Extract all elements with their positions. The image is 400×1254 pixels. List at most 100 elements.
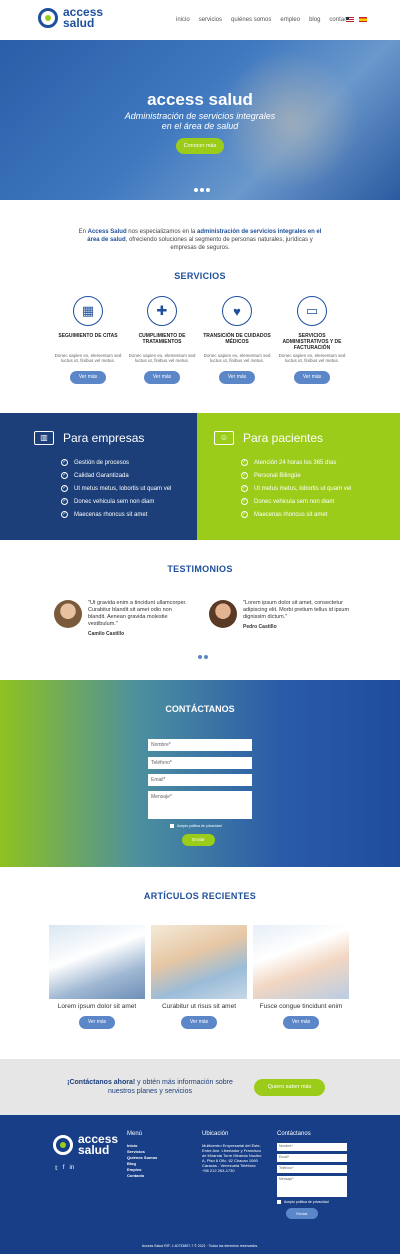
check-icon: ✓ — [241, 498, 248, 505]
phone-field[interactable]: Teléfono* — [148, 757, 252, 769]
list-item-label: Ut metus metus, lobortis ut quam vel — [74, 485, 172, 492]
intro-part: nos especializamos en la — [126, 229, 198, 235]
nav-servicios[interactable]: servicios — [199, 17, 222, 23]
building-icon: ▥ — [34, 431, 54, 445]
articles-title: ARTÍCULOS RECIENTES — [143, 891, 257, 901]
testimonial: "Ut gravida enim a tincidunt ullamcorper… — [54, 600, 188, 638]
copyright: Access Salud RIF: J-40733897-7 © 2021 · … — [141, 1244, 259, 1248]
social-links: 𝕥 f in — [55, 1165, 74, 1172]
carousel-dot[interactable] — [194, 188, 198, 192]
list-item-label: Gestión de procesos — [74, 459, 130, 466]
intro-part: En — [78, 229, 88, 235]
article-card: Lorem ipsum dolor sit amet Ver más — [49, 925, 145, 1029]
check-icon: ✓ — [241, 472, 248, 479]
footer-link[interactable]: Contacto — [127, 1173, 157, 1179]
email-field[interactable]: Email* — [148, 774, 252, 786]
empresas-header: ▥ Para empresas — [34, 431, 144, 445]
ver-mas-button[interactable]: Ver más — [144, 371, 180, 384]
footer-name-field[interactable]: Nombre* — [277, 1143, 347, 1151]
footer-privacy-label: Acepto política de privacidad — [284, 1200, 329, 1204]
article-card: Fusce congue tincidunt enim Ver más — [253, 925, 349, 1029]
pacientes-panel: ☺ Para pacientes ✓ Atención 24 horas los … — [197, 413, 400, 540]
message-field[interactable]: Mensaje* — [148, 791, 252, 819]
language-switcher — [346, 17, 367, 22]
article-image[interactable] — [253, 925, 349, 999]
footer-phone-field[interactable]: Teléfono* — [277, 1165, 347, 1173]
article-title[interactable]: Curabitur ut risus sit amet — [151, 1003, 247, 1010]
carousel-dot[interactable] — [206, 188, 210, 192]
privacy-checkbox[interactable] — [170, 824, 174, 828]
footer-send-button[interactable]: Enviar — [286, 1208, 318, 1219]
hero-title: access salud — [147, 90, 253, 109]
testimonial-name: Pedro Castillo — [243, 624, 277, 630]
facebook-icon[interactable]: f — [63, 1165, 65, 1172]
testimonial-body: "Ut gravida enim a tincidunt ullamcorper… — [88, 600, 188, 638]
linkedin-icon[interactable]: in — [69, 1165, 74, 1172]
carousel-dot[interactable] — [204, 655, 208, 659]
service-title: CUMPLIMIENTO DE TRATAMIENTOS — [138, 333, 186, 345]
service-desc: Donec sapien ex, elementum sed luctus ut… — [54, 353, 122, 363]
pacientes-header: ☺ Para pacientes — [214, 431, 323, 445]
nav-empleo[interactable]: empleo — [280, 17, 300, 23]
service-card: ✚ CUMPLIMIENTO DE TRATAMIENTOS Donec sap… — [127, 296, 197, 384]
ver-mas-button[interactable]: Ver más — [70, 371, 106, 384]
logo-line2: salud — [78, 1143, 110, 1157]
heart-hand-icon: ♥ — [222, 296, 252, 326]
check-icon: ✓ — [241, 485, 248, 492]
article-image[interactable] — [49, 925, 145, 999]
footer-message-field[interactable]: Mensaje* — [277, 1176, 347, 1197]
ver-mas-button[interactable]: Ver más — [181, 1016, 217, 1029]
send-button[interactable]: Enviar — [182, 834, 215, 846]
logo[interactable]: access salud — [38, 6, 103, 29]
nav-blog[interactable]: blog — [309, 17, 320, 23]
list-item: ✓ Donec vehicula sem non diam — [61, 495, 171, 508]
article-image[interactable] — [151, 925, 247, 999]
testimonials-title: TESTIMONIOS — [167, 564, 233, 574]
service-card: ▦ SEGUIMIENTO DE CITAS Donec sapien ex, … — [53, 296, 123, 384]
carousel-dot[interactable] — [200, 188, 204, 192]
footer-email-field[interactable]: Email* — [277, 1154, 347, 1162]
footer-menu-title: Menú — [127, 1131, 143, 1137]
conocer-mas-button[interactable]: Conocer más — [176, 138, 224, 154]
check-icon: ✓ — [61, 498, 68, 505]
list-item: ✓ Maecenas rhoncus sit amet — [241, 508, 351, 521]
article-title[interactable]: Fusce congue tincidunt enim — [253, 1003, 349, 1010]
article-card: Curabitur ut risus sit amet Ver más — [151, 925, 247, 1029]
footer-logo[interactable]: access salud — [53, 1133, 118, 1157]
nav-inicio[interactable]: inicio — [176, 17, 190, 23]
footer-privacy-checkbox[interactable] — [277, 1200, 281, 1204]
empresas-panel: ▥ Para empresas ✓ Gestión de procesos ✓ Ca… — [0, 413, 197, 540]
us-flag-icon[interactable] — [346, 17, 354, 22]
hero-banner: access salud Administración de servicios… — [0, 40, 400, 200]
quiero-saber-mas-button[interactable]: Quiero saber más — [254, 1079, 325, 1096]
people-icon: ☺ — [214, 431, 234, 445]
name-field[interactable]: Nombre* — [148, 739, 252, 751]
ver-mas-button[interactable]: Ver más — [79, 1016, 115, 1029]
pacientes-list: ✓ Atención 24 horas los 365 días ✓ Persona… — [241, 456, 351, 521]
monitor-icon: ▭ — [297, 296, 327, 326]
list-item: ✓ Personal Bilingüe — [241, 469, 351, 482]
hero-subtitle: Administración de servicios integrales e… — [0, 111, 400, 131]
article-title[interactable]: Lorem ipsum dolor sit amet — [49, 1003, 145, 1010]
hero-subtitle-line1: Administración de servicios integrales — [124, 111, 276, 121]
privacy-checkbox-row: Acepto política de privacidad — [170, 824, 222, 828]
nav-quienes-somos[interactable]: quiénes somos — [231, 17, 271, 23]
ver-mas-button[interactable]: Ver más — [219, 371, 255, 384]
footer-location: Ubicación Multicentro Empresarial del Es… — [202, 1131, 262, 1173]
spain-flag-icon[interactable] — [359, 17, 367, 22]
list-item: ✓ Calidad Garantizada — [61, 469, 171, 482]
carousel-dot[interactable] — [198, 655, 202, 659]
ver-mas-button[interactable]: Ver más — [283, 1016, 319, 1029]
intro-brand: Access Salud — [87, 229, 127, 235]
services-title: SERVICIOS — [174, 271, 226, 281]
logo-icon — [38, 8, 58, 28]
check-icon: ✓ — [61, 459, 68, 466]
ver-mas-button[interactable]: Ver más — [294, 371, 330, 384]
twitter-icon[interactable]: 𝕥 — [55, 1165, 58, 1172]
cta-banner: ¡Contáctanos ahora! y obtén más informac… — [0, 1059, 400, 1115]
list-item-label: Maecenas rhoncus sit amet — [254, 511, 328, 518]
check-icon: ✓ — [61, 485, 68, 492]
cta-text: ¡Contáctanos ahora! y obtén más informac… — [55, 1078, 245, 1096]
site-header: access salud inicio servicios quiénes so… — [0, 0, 400, 40]
cta-bold: ¡Contáctanos ahora! — [67, 1079, 136, 1086]
